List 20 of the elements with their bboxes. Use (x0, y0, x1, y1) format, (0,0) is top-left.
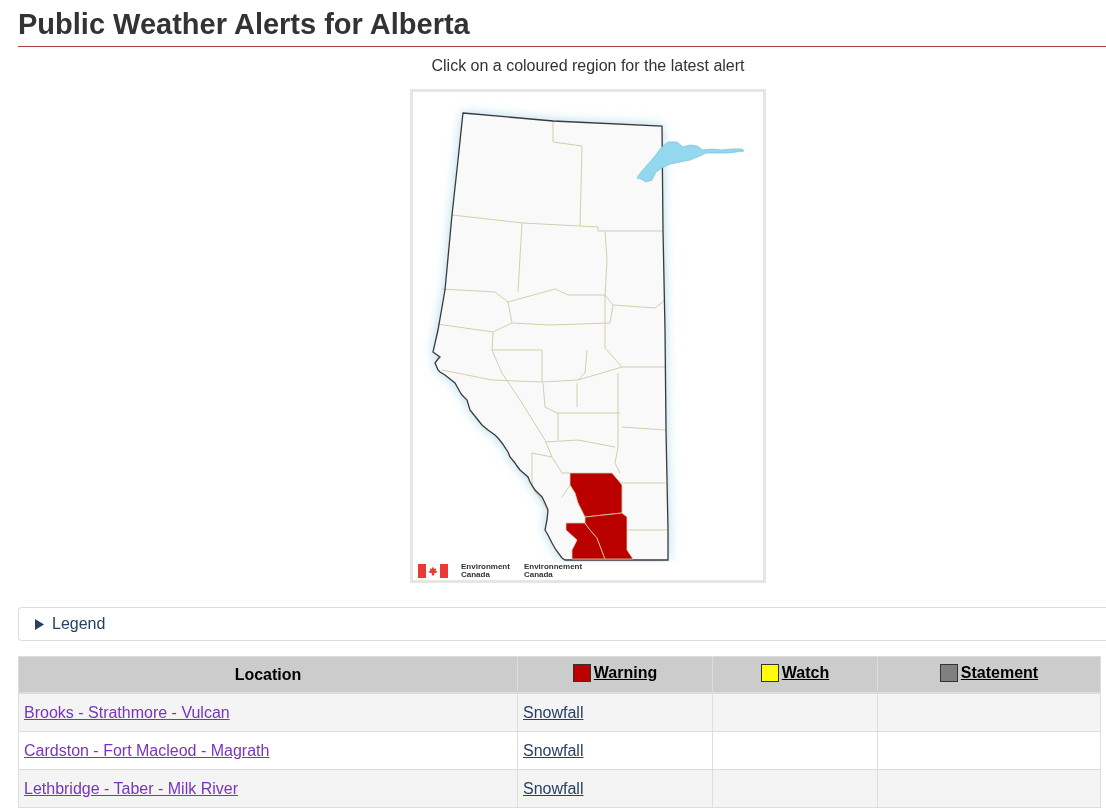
column-link[interactable]: Warning (593, 663, 658, 682)
location-link[interactable]: Cardston - Fort Macleod - Magrath (24, 741, 270, 759)
column-link[interactable]: Watch (781, 663, 830, 682)
alert-link[interactable]: Snowfall (523, 741, 584, 759)
legend-toggle[interactable]: Legend (18, 607, 1106, 641)
page-title: Public Weather Alerts for Alberta (18, 7, 470, 42)
alert-link[interactable]: Snowfall (523, 779, 584, 797)
alert-region[interactable] (569, 472, 623, 518)
alert-region[interactable] (565, 522, 606, 560)
agency-name: Environnement Canada (523, 563, 583, 579)
caret-icon (35, 618, 44, 630)
alert-region[interactable] (584, 512, 634, 560)
column-link[interactable]: Statement (960, 663, 1039, 682)
column-header: Location (18, 656, 518, 693)
agency-name: Environment Canada (461, 563, 510, 579)
flag-icon (418, 564, 448, 578)
location-link[interactable]: Lethbridge - Taber - Milk River (24, 779, 238, 797)
location-link[interactable]: Brooks - Strathmore - Vulcan (24, 703, 230, 721)
map-instruction: Click on a coloured region for the latest alert (431, 56, 745, 76)
alert-link[interactable]: Snowfall (523, 703, 584, 721)
